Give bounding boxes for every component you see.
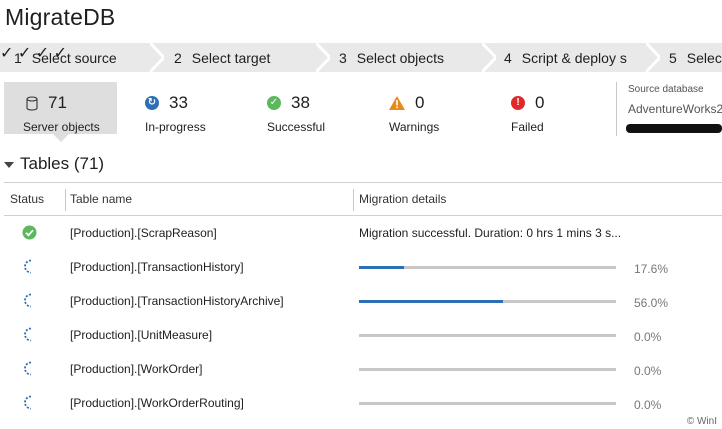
source-database-label: Source database: [628, 84, 704, 95]
in-progress-spinner-icon: [24, 259, 32, 274]
column-header-table-name[interactable]: Table name: [70, 192, 132, 206]
tables-grid: Status Table name Migration details [Pro…: [4, 182, 722, 420]
step-script-deploy[interactable]: 4 Script & deploy s: [504, 43, 627, 72]
step-select-target[interactable]: 2 Select target: [174, 43, 270, 72]
step-select-source[interactable]: 1 Select source: [14, 43, 117, 72]
tile-label: Warnings: [389, 120, 440, 134]
tables-section-toggle[interactable]: Tables (71): [4, 154, 104, 174]
tile-label: Failed: [511, 120, 544, 134]
table-row[interactable]: [Production].[TransactionHistory] 17.6%: [4, 250, 722, 284]
step-separator-icon: [150, 43, 164, 72]
collapse-caret-icon: [4, 162, 14, 168]
in-progress-spinner-icon: [24, 395, 32, 410]
progress-fill: [359, 300, 503, 303]
step-number: 5: [669, 49, 677, 66]
table-name-cell: [Production].[TransactionHistory]: [70, 260, 244, 274]
progress-percent: 0.0%: [634, 364, 662, 378]
tile-count: 71: [48, 93, 67, 112]
tables-section-title: Tables (71): [20, 154, 105, 173]
wizard-stepper: 1 Select source ✓ 2 Select target ✓ 3 Se…: [0, 43, 722, 72]
table-row[interactable]: [Production].[WorkOrder] 0.0%: [4, 352, 722, 386]
step-select-objects[interactable]: 3 Select objects: [339, 43, 444, 72]
migration-progress-bar: [359, 334, 616, 337]
progress-fill: [359, 266, 405, 269]
database-icon: [26, 95, 38, 110]
table-name-cell: [Production].[WorkOrderRouting]: [70, 396, 244, 410]
step-number: 4: [504, 49, 512, 66]
table-name-cell: [Production].[UnitMeasure]: [70, 328, 213, 342]
table-row[interactable]: [Production].[UnitMeasure] 0.0%: [4, 318, 722, 352]
warning-icon: [389, 96, 405, 110]
step-number: 1: [14, 49, 22, 66]
error-icon: !: [511, 96, 525, 110]
step-label: Select source: [31, 49, 117, 66]
source-divider: [616, 82, 617, 136]
table-row[interactable]: [Production].[ScrapReason] Migration suc…: [4, 216, 722, 250]
column-resize-handle[interactable]: [65, 189, 66, 211]
migration-progress-bar: [359, 368, 616, 371]
progress-percent: 0.0%: [634, 398, 662, 412]
tile-failed[interactable]: ! 0 Failed: [511, 82, 544, 134]
table-name-cell: [Production].[TransactionHistoryArchive]: [70, 294, 284, 308]
progress-percent: 17.6%: [634, 262, 669, 276]
success-status-icon: [22, 225, 37, 240]
column-header-migration-details[interactable]: Migration details: [359, 192, 446, 206]
tile-count: 0: [415, 93, 425, 112]
tile-successful[interactable]: ✓ 38 Successful: [267, 82, 325, 134]
tile-count: 33: [169, 93, 188, 112]
migration-details-cell: Migration successful. Duration: 0 hrs 1 …: [359, 226, 622, 240]
migration-progress-bar: [359, 402, 616, 405]
tile-label: In-progress: [145, 120, 206, 134]
tile-count: 0: [535, 93, 545, 112]
step-label: Select objects: [356, 49, 444, 66]
tile-server-objects[interactable]: 71 Server objects: [4, 82, 117, 134]
step-separator-icon: [646, 43, 660, 72]
step-number: 2: [174, 49, 182, 66]
tile-label: Server objects: [23, 120, 100, 134]
in-progress-spinner-icon: [24, 327, 32, 342]
in-progress-spinner-icon: [24, 361, 32, 376]
column-resize-handle[interactable]: [353, 189, 354, 211]
tile-pointer: [53, 134, 69, 142]
check-circle-icon: ✓: [267, 96, 281, 110]
migration-progress-bar: [359, 300, 616, 303]
table-name-cell: [Production].[WorkOrder]: [70, 362, 203, 376]
tile-label: Successful: [267, 120, 326, 134]
migration-summary: 71 Server objects ↻ 33 In-progress ✓ 38 …: [0, 82, 722, 144]
tile-in-progress[interactable]: ↻ 33 In-progress: [145, 82, 206, 134]
step-label: Select target: [191, 49, 271, 66]
step-number: 3: [339, 49, 347, 66]
in-progress-spinner-icon: [24, 293, 32, 308]
grid-header: Status Table name Migration details: [4, 182, 722, 216]
source-database-value: AdventureWorks2: [628, 102, 722, 116]
step-check-icon: ✓: [0, 45, 14, 62]
tile-count: 38: [291, 93, 310, 112]
table-row[interactable]: [Production].[WorkOrderRouting] 0.0%: [4, 386, 722, 420]
app-title: MigrateDB: [5, 4, 116, 30]
step-separator-icon: [316, 43, 330, 72]
step-select-5[interactable]: 5 Select: [669, 43, 722, 72]
step-label: Script & deploy s: [521, 49, 627, 66]
column-header-status[interactable]: Status: [10, 192, 44, 206]
tile-warnings[interactable]: 0 Warnings: [389, 82, 439, 134]
step-separator-icon: [482, 43, 496, 72]
table-row[interactable]: [Production].[TransactionHistoryArchive]…: [4, 284, 722, 318]
sync-icon: ↻: [145, 96, 159, 110]
migration-progress-bar: [359, 266, 616, 269]
redacted-text: [626, 124, 722, 133]
progress-percent: 56.0%: [634, 296, 669, 310]
progress-percent: 0.0%: [634, 330, 662, 344]
watermark: © WinI: [686, 416, 717, 427]
step-label: Select: [686, 49, 722, 66]
table-name-cell: [Production].[ScrapReason]: [70, 226, 217, 240]
